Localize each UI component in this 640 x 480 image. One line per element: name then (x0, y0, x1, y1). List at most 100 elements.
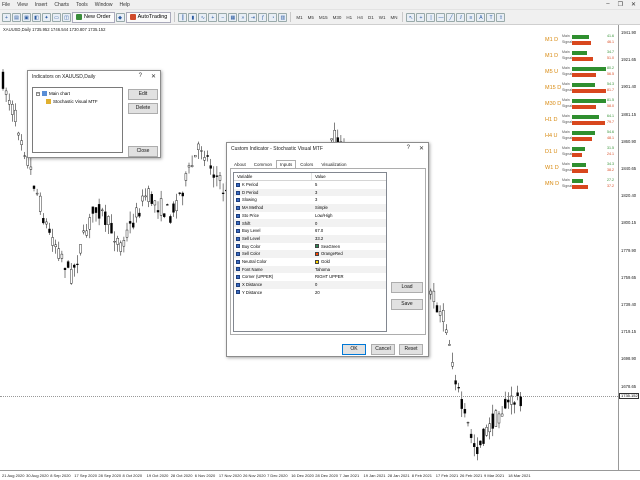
input-row[interactable]: Sto Price Low/High (234, 212, 386, 220)
autoscroll-icon[interactable]: » (238, 12, 248, 22)
edit-button[interactable]: Edit (128, 89, 158, 100)
input-value-cell[interactable]: 20 (312, 289, 320, 297)
input-row[interactable]: Sell Level 33.2 (234, 234, 386, 243)
input-value-cell[interactable]: 3 (312, 189, 317, 197)
input-row[interactable]: Neutral Color Gold (234, 258, 386, 266)
reset-button[interactable]: Reset (399, 344, 423, 355)
channel-icon[interactable]: ⫽ (456, 12, 466, 22)
autotrading-button[interactable]: AutoTrading (125, 11, 172, 23)
cursor-icon[interactable]: ↖ (406, 12, 416, 22)
column-variable[interactable]: Variable (234, 173, 312, 180)
input-value-cell[interactable]: Gold (312, 258, 330, 266)
timeframe-d1[interactable]: D1 (366, 15, 376, 20)
menu-file[interactable]: File (2, 2, 10, 8)
indicators-icon[interactable]: ƒ (258, 12, 268, 22)
collapse-icon[interactable]: − (36, 91, 40, 96)
input-value-cell[interactable]: 0 (312, 219, 317, 227)
input-value-cell[interactable]: 3 (312, 196, 317, 204)
input-row[interactable]: Y Distance 20 (234, 289, 386, 297)
input-value-cell[interactable]: 67.0 (312, 227, 323, 235)
input-row[interactable]: Corner (UPPER) RIGHT UPPER (234, 273, 386, 281)
chart-shift-icon[interactable]: ⇥ (248, 12, 258, 22)
market-watch-icon[interactable]: ▣ (22, 12, 31, 22)
input-row[interactable]: MA Method Simple (234, 204, 386, 212)
periods-icon[interactable]: ◔ (268, 12, 278, 22)
help-icon[interactable]: ? (139, 73, 142, 80)
vertical-line-icon[interactable]: | (426, 12, 436, 22)
menu-help[interactable]: Help (120, 2, 130, 8)
new-chart-icon[interactable]: + (2, 12, 11, 22)
profiles-icon[interactable]: ▤ (12, 12, 21, 22)
zoom-in-icon[interactable]: + (208, 12, 218, 22)
label-icon[interactable]: T (486, 12, 496, 22)
close-icon[interactable]: ✕ (151, 73, 156, 80)
input-value-cell[interactable]: Simple (312, 204, 328, 212)
input-value-cell[interactable]: Tahoma (312, 266, 330, 274)
input-value-cell[interactable]: 5 (312, 181, 317, 189)
input-row[interactable]: Slowing 3 (234, 196, 386, 204)
menu-insert[interactable]: Insert (35, 2, 48, 8)
new-order-button[interactable]: New Order (72, 11, 115, 23)
data-window-icon[interactable]: ◧ (32, 12, 41, 22)
menu-charts[interactable]: Charts (54, 2, 69, 8)
timeframe-m15[interactable]: M15 (317, 15, 330, 20)
timeframe-h1[interactable]: H1 (344, 15, 354, 20)
timeframe-w1[interactable]: W1 (377, 15, 388, 20)
timeframe-mn[interactable]: MN (388, 15, 399, 20)
fibonacci-icon[interactable]: ≡ (466, 12, 476, 22)
tree-item-stochastic[interactable]: Stochastic Visual MTF (46, 99, 98, 104)
menu-tools[interactable]: Tools (76, 2, 88, 8)
minimize-icon[interactable]: – (606, 1, 609, 8)
help-icon[interactable]: ? (407, 145, 410, 152)
menu-view[interactable]: View (17, 2, 28, 8)
input-row[interactable]: D Period 3 (234, 188, 386, 197)
text-icon[interactable]: A (476, 12, 486, 22)
save-button[interactable]: Save (391, 299, 423, 310)
timeframe-h4[interactable]: H4 (355, 15, 365, 20)
time-axis[interactable]: 21 Aug 2020 30 Aug 2020 8 Sep 2020 17 Sep 2… (0, 470, 640, 480)
timeframe-m1[interactable]: M1 (294, 15, 304, 20)
delete-button[interactable]: Delete (128, 103, 158, 114)
bar-chart-icon[interactable]: ┃ (178, 12, 188, 22)
input-row[interactable]: K Period 5 (234, 181, 386, 189)
zoom-out-icon[interactable]: − (218, 12, 228, 22)
input-row[interactable]: X Distance 0 (234, 280, 386, 289)
input-value-cell[interactable]: RIGHT UPPER (312, 273, 344, 281)
input-row[interactable]: Shift 0 (234, 219, 386, 228)
crosshair-icon[interactable]: + (416, 12, 426, 22)
input-row[interactable]: Sell Color OrangeRed (234, 250, 386, 258)
timeframe-m30[interactable]: M30 (331, 15, 344, 20)
custom-indicator-titlebar[interactable]: Custom Indicator - Stochastic Visual MTF… (227, 143, 428, 155)
horizontal-line-icon[interactable]: — (436, 12, 446, 22)
input-value-cell[interactable]: 33.2 (312, 235, 323, 243)
indicators-dialog-titlebar[interactable]: Indicators on XAUUSD,Daily ? ✕ (28, 71, 160, 83)
price-axis[interactable]: 1941.90 1921.65 1901.40 1881.15 1860.90 1840.… (618, 25, 640, 470)
input-row[interactable]: Buy Color SeaGreen (234, 243, 386, 251)
metaeditor-icon[interactable]: ◆ (115, 12, 125, 22)
line-chart-icon[interactable]: ∿ (198, 12, 208, 22)
close-icon[interactable]: ✕ (631, 1, 636, 8)
column-value[interactable]: Value (312, 173, 326, 180)
close-icon[interactable]: ✕ (419, 145, 424, 152)
navigator-icon[interactable]: ✦ (42, 12, 51, 22)
candlestick-icon[interactable]: ▮ (188, 12, 198, 22)
timeframe-m5[interactable]: M5 (306, 15, 316, 20)
menu-window[interactable]: Window (95, 2, 113, 8)
input-value-cell[interactable]: Low/High (312, 212, 332, 220)
input-row[interactable]: Font Name Tahoma (234, 265, 386, 274)
arrows-icon[interactable]: ⇧ (496, 12, 506, 22)
indicator-tree[interactable]: − Main chart Stochastic Visual MTF (32, 87, 123, 153)
input-row[interactable]: Buy Level 67.0 (234, 227, 386, 235)
close-button[interactable]: Close (128, 146, 158, 157)
tile-windows-icon[interactable]: ▦ (228, 12, 238, 22)
trendline-icon[interactable]: ╱ (446, 12, 456, 22)
input-value-cell[interactable]: OrangeRed (312, 250, 343, 258)
templates-icon[interactable]: ▥ (278, 12, 288, 22)
terminal-icon[interactable]: ▭ (52, 12, 61, 22)
tree-item-main-chart[interactable]: − Main chart (36, 91, 70, 96)
tester-icon[interactable]: ◫ (62, 12, 71, 22)
cancel-button[interactable]: Cancel (371, 344, 395, 355)
load-button[interactable]: Load (391, 282, 423, 293)
input-value-cell[interactable]: 0 (312, 281, 317, 289)
ok-button[interactable]: OK (342, 344, 366, 355)
